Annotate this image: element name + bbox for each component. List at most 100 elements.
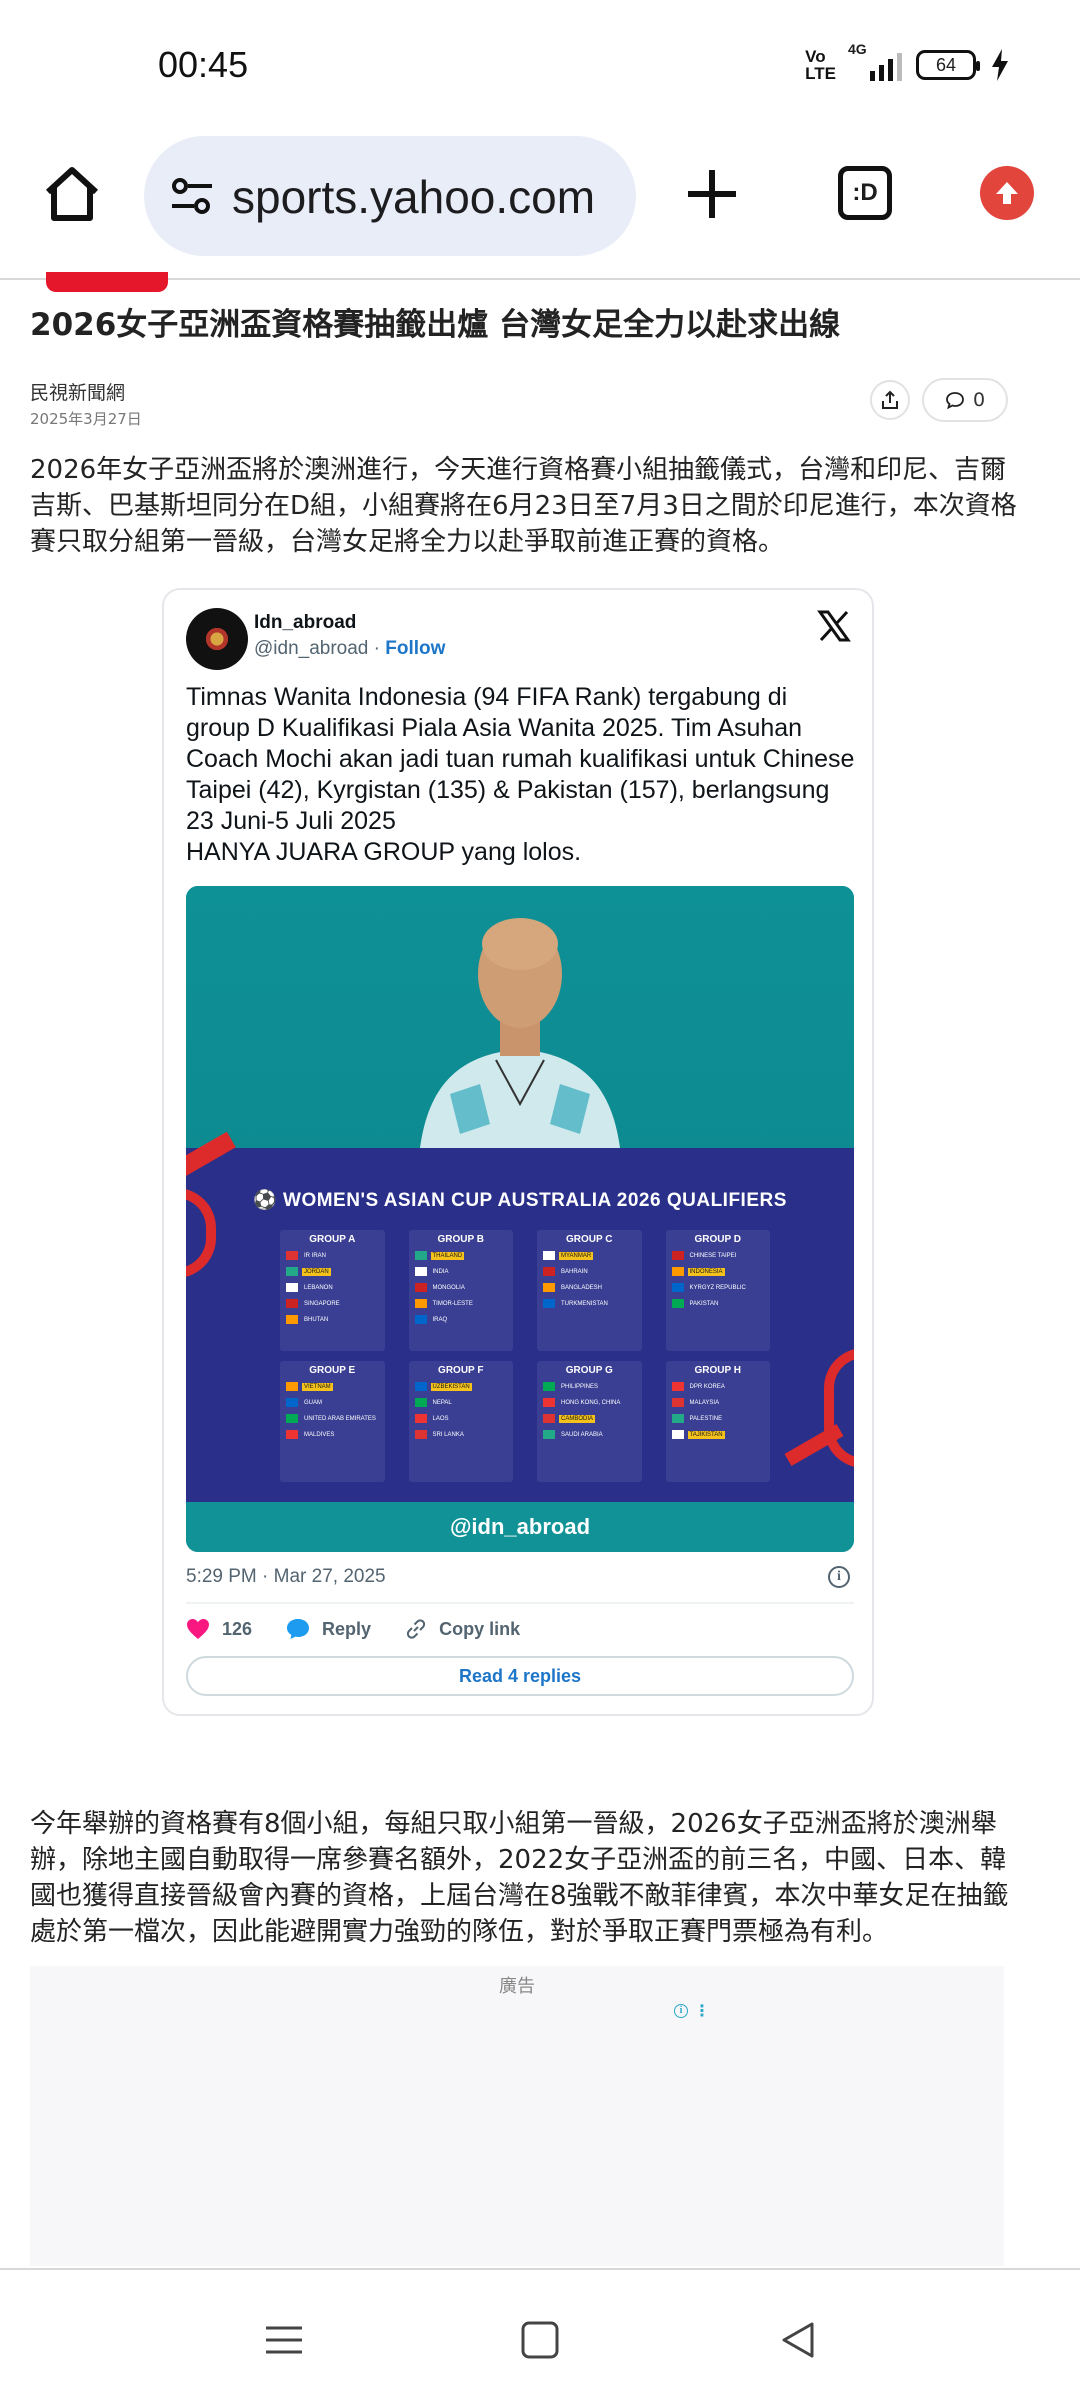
flag-icon xyxy=(414,1251,427,1260)
flag-icon xyxy=(414,1283,427,1292)
status-icons: Vo LTE 4G 64 xyxy=(805,41,1010,82)
follow-button[interactable]: Follow xyxy=(385,638,445,659)
team-row: IR IRAN xyxy=(286,1249,379,1262)
reply-button[interactable]: Reply xyxy=(286,1618,371,1640)
ad-info-icon[interactable]: i xyxy=(674,2004,688,2018)
flag-icon xyxy=(286,1382,298,1391)
team-row: VIETNAM xyxy=(286,1380,379,1393)
flag-icon xyxy=(414,1398,427,1407)
tweet-timestamp[interactable]: 5:29 PM · Mar 27, 2025 xyxy=(186,1566,386,1588)
team-name: DPR KOREA xyxy=(689,1383,725,1390)
team-name: LAOS xyxy=(432,1415,449,1422)
back-icon[interactable] xyxy=(776,2318,820,2362)
menu-icon[interactable] xyxy=(262,2318,306,2362)
team-row: INDIA xyxy=(414,1265,508,1278)
group-box: GROUP C MYANMAR BAHRAIN BANGLADESH TURKMENIS… xyxy=(537,1230,642,1351)
reply-bubble-icon xyxy=(287,1619,310,1639)
address-bar[interactable]: sports.yahoo.com xyxy=(144,136,636,256)
site-settings-icon[interactable] xyxy=(168,172,216,220)
flag-icon xyxy=(286,1414,298,1423)
flag-icon xyxy=(286,1251,298,1260)
flag-icon xyxy=(543,1430,555,1439)
browser-toolbar: sports.yahoo.com :D xyxy=(0,130,1080,280)
network-type: 4G xyxy=(848,41,867,57)
comments-button[interactable]: 0 xyxy=(922,378,1008,422)
flag-icon xyxy=(286,1398,298,1407)
publisher-name[interactable]: 民視新聞網 xyxy=(30,378,125,405)
tweet-handle[interactable]: @idn_abroad xyxy=(254,638,368,659)
team-name: IRAQ xyxy=(432,1316,448,1323)
new-tab-icon[interactable] xyxy=(684,166,740,222)
team-row: BHUTAN xyxy=(286,1313,379,1326)
team-name: CAMBODIA xyxy=(559,1414,596,1423)
group-box: GROUP B THAILAND INDIA MONGOLIA TIMOR-LESTE I… xyxy=(408,1230,513,1351)
flag-icon xyxy=(671,1430,684,1439)
share-button[interactable] xyxy=(870,380,910,420)
team-name: UNITED ARAB EMIRATES xyxy=(304,1415,376,1422)
group-box: GROUP A IR IRAN JORDAN LEBANON SINGAPORE BHUT… xyxy=(280,1230,385,1351)
flag-icon xyxy=(414,1414,427,1423)
team-name: GUAM xyxy=(304,1399,322,1406)
team-name: VIETNAM xyxy=(302,1382,333,1391)
flag-icon xyxy=(543,1299,555,1308)
afc-logo-icon: ⚽ xyxy=(253,1190,284,1211)
tweet-avatar[interactable] xyxy=(186,608,248,670)
tweet-separator: · xyxy=(368,638,386,659)
status-time: 00:45 xyxy=(158,44,249,85)
flag-icon xyxy=(671,1267,684,1276)
url-text[interactable]: sports.yahoo.com xyxy=(232,170,595,224)
x-logo-icon[interactable] xyxy=(816,608,852,644)
tabs-button[interactable]: :D xyxy=(838,166,892,220)
info-icon[interactable]: i xyxy=(828,1566,850,1588)
ad-container[interactable]: 廣告 i ⋮ xyxy=(30,1966,1004,2266)
team-row: NEPAL xyxy=(414,1396,508,1409)
tweet-handle-line: @idn_abroad · Follow xyxy=(254,638,445,660)
flag-icon xyxy=(543,1382,555,1391)
tweet-author-name[interactable]: Idn_abroad xyxy=(254,612,356,634)
home-square-icon[interactable] xyxy=(518,2318,562,2362)
team-name: HONG KONG, CHINA xyxy=(561,1399,621,1406)
team-row: HONG KONG, CHINA xyxy=(543,1396,636,1409)
read-replies-button[interactable]: Read 4 replies xyxy=(186,1656,854,1696)
team-name: INDIA xyxy=(432,1268,449,1275)
like-button[interactable]: 126 xyxy=(186,1618,252,1640)
flag-icon xyxy=(543,1267,555,1276)
update-icon xyxy=(996,182,1018,204)
team-row: SAUDI ARABIA xyxy=(543,1428,636,1441)
group-name: GROUP E xyxy=(309,1365,356,1376)
copy-link-button[interactable]: Copy link xyxy=(405,1618,520,1640)
ad-choices[interactable]: i ⋮ xyxy=(674,2003,710,2019)
team-row: MALDIVES xyxy=(286,1428,379,1441)
embedded-tweet[interactable]: Idn_abroad @idn_abroad · Follow Timnas W… xyxy=(162,588,874,1716)
flag-icon xyxy=(286,1430,298,1439)
charging-icon xyxy=(992,49,1008,81)
team-row: BAHRAIN xyxy=(543,1265,636,1278)
group-box: GROUP F UZBEKISTAN NEPAL LAOS SRI LANKA xyxy=(408,1361,513,1482)
team-name: LEBANON xyxy=(304,1284,333,1291)
home-icon[interactable] xyxy=(40,162,104,226)
tabs-icon: :D xyxy=(852,179,878,206)
team-row: TAJIKISTAN xyxy=(671,1428,765,1441)
status-bar: 00:45 Vo LTE 4G 64 xyxy=(0,0,1080,130)
signal-icon: 4G xyxy=(848,41,902,81)
flag-icon xyxy=(414,1315,427,1324)
ad-menu-icon[interactable]: ⋮ xyxy=(694,2003,710,2019)
team-name: INDONESIA xyxy=(687,1267,725,1276)
team-row: GUAM xyxy=(286,1396,379,1409)
group-box: GROUP D CHINESE TAIPEI INDONESIA KYRGYZ REP… xyxy=(665,1230,770,1351)
team-name: SRI LANKA xyxy=(432,1431,464,1438)
tweet-image[interactable]: ⚽ WOMEN'S ASIAN CUP AUSTRALIA 2026 QUALI… xyxy=(186,886,854,1552)
team-row: MALAYSIA xyxy=(671,1396,765,1409)
team-row: SINGAPORE xyxy=(286,1297,379,1310)
team-row: TIMOR-LESTE xyxy=(414,1297,508,1310)
volte-indicator: Vo LTE xyxy=(805,48,836,82)
team-name: TIMOR-LESTE xyxy=(432,1300,473,1307)
flag-icon xyxy=(671,1414,684,1423)
flag-icon xyxy=(671,1398,684,1407)
team-name: IR IRAN xyxy=(304,1252,327,1259)
team-row: PALESTINE xyxy=(671,1412,765,1425)
source-logo xyxy=(46,272,168,292)
like-count: 126 xyxy=(222,1618,253,1639)
ad-label: 廣告 xyxy=(499,1976,535,1997)
update-button[interactable] xyxy=(980,166,1034,220)
